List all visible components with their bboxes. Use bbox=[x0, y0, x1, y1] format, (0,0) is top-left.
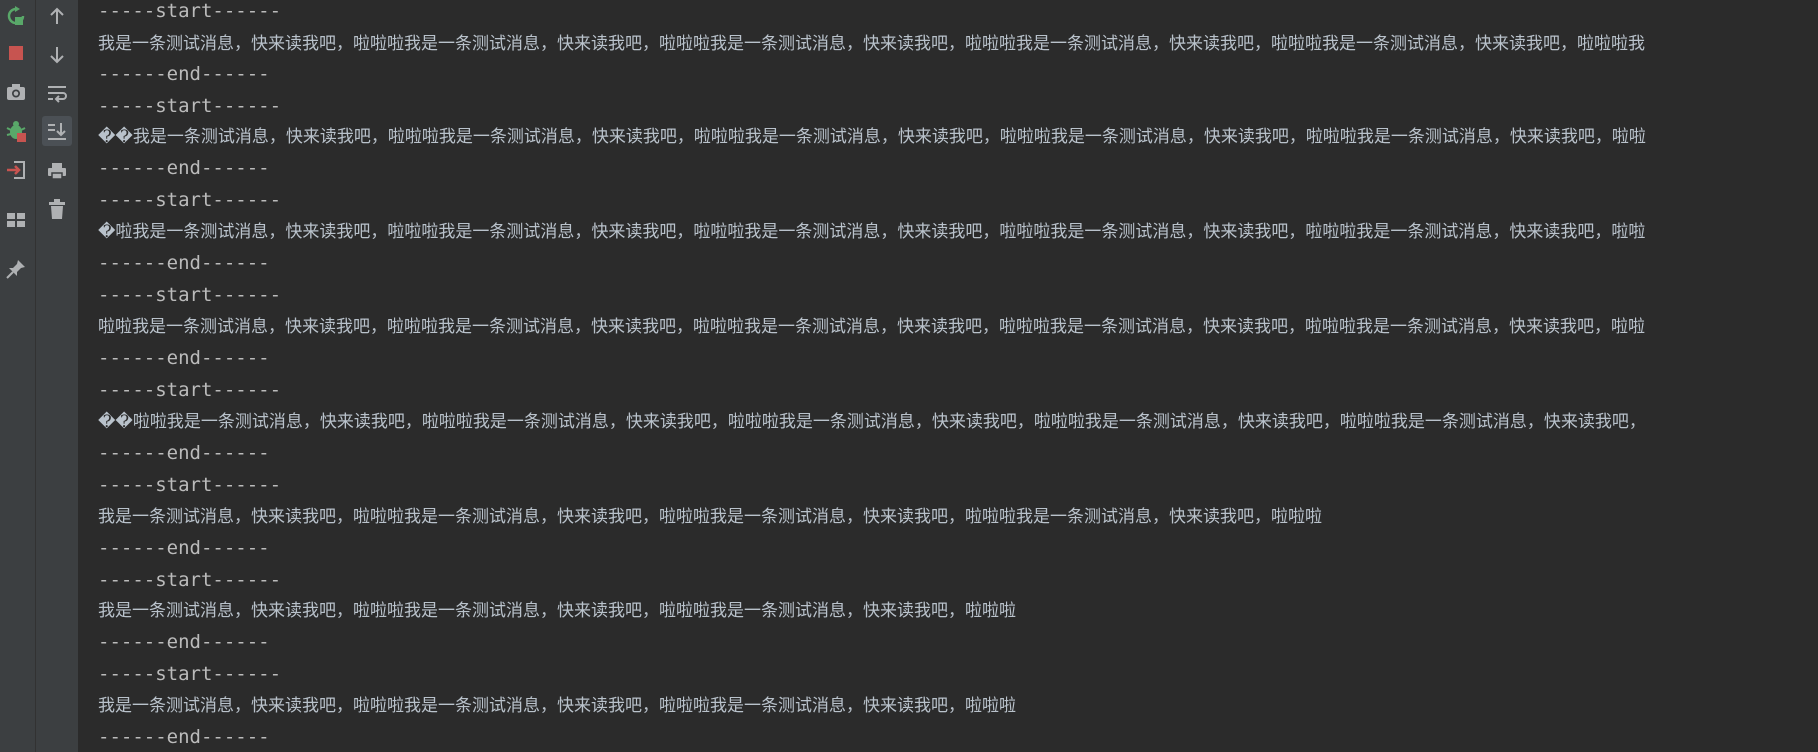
console-line-start: -----start------ bbox=[98, 0, 282, 22]
console-line-start: -----start------ bbox=[98, 95, 282, 117]
console-line-message: 我是一条测试消息，快来读我吧，啦啦啦我是一条测试消息，快来读我吧，啦啦啦我是一条… bbox=[98, 601, 1016, 621]
console-line-message: 啦啦我是一条测试消息，快来读我吧，啦啦啦我是一条测试消息，快来读我吧，啦啦啦我是… bbox=[98, 317, 1645, 337]
console-line-end: ------end------ bbox=[98, 252, 270, 274]
console-line-end: ------end------ bbox=[98, 157, 270, 179]
console-line-message: ��我是一条测试消息，快来读我吧，啦啦啦我是一条测试消息，快来读我吧，啦啦啦我是… bbox=[98, 127, 1646, 147]
console-line-message: ��啦啦我是一条测试消息，快来读我吧，啦啦啦我是一条测试消息，快来读我吧，啦啦啦… bbox=[98, 412, 1646, 432]
arrow-up-icon[interactable] bbox=[42, 1, 72, 31]
rerun-icon[interactable] bbox=[1, 1, 31, 31]
exit-icon[interactable] bbox=[1, 155, 31, 185]
scroll-to-end-icon[interactable] bbox=[42, 116, 72, 146]
console-line-start: -----start------ bbox=[98, 189, 282, 211]
console-line-start: -----start------ bbox=[98, 663, 282, 685]
debug-bug-icon[interactable] bbox=[1, 116, 31, 146]
console-output[interactable]: -----start------ 我是一条测试消息，快来读我吧，啦啦啦我是一条测… bbox=[79, 0, 1818, 752]
console-line-end: ------end------ bbox=[98, 537, 270, 559]
trash-icon[interactable] bbox=[42, 194, 72, 224]
console-line-message: 我是一条测试消息，快来读我吧，啦啦啦我是一条测试消息，快来读我吧，啦啦啦我是一条… bbox=[98, 34, 1645, 54]
console-line-message: �啦我是一条测试消息，快来读我吧，啦啦啦我是一条测试消息，快来读我吧，啦啦啦我是… bbox=[98, 222, 1646, 242]
console-toolbar bbox=[36, 0, 79, 752]
camera-icon[interactable] bbox=[1, 77, 31, 107]
console-line-start: -----start------ bbox=[98, 379, 282, 401]
console-line-message: 我是一条测试消息，快来读我吧，啦啦啦我是一条测试消息，快来读我吧，啦啦啦我是一条… bbox=[98, 507, 1322, 527]
arrow-down-icon[interactable] bbox=[42, 40, 72, 70]
console-line-start: -----start------ bbox=[98, 569, 282, 591]
soft-wrap-icon[interactable] bbox=[42, 78, 72, 108]
pin-icon[interactable] bbox=[1, 254, 31, 284]
console-line-end: ------end------ bbox=[98, 347, 270, 369]
console-line-message: 我是一条测试消息，快来读我吧，啦啦啦我是一条测试消息，快来读我吧，啦啦啦我是一条… bbox=[98, 696, 1016, 716]
stop-icon[interactable] bbox=[1, 38, 31, 68]
console-line-end: ------end------ bbox=[98, 63, 270, 85]
console-line-start: -----start------ bbox=[98, 284, 282, 306]
run-toolbar bbox=[0, 0, 36, 752]
print-icon[interactable] bbox=[42, 156, 72, 186]
console-line-end: ------end------ bbox=[98, 726, 270, 748]
console-line-end: ------end------ bbox=[98, 631, 270, 653]
layout-icon[interactable] bbox=[1, 205, 31, 235]
console-line-start: -----start------ bbox=[98, 474, 282, 496]
console-line-end: ------end------ bbox=[98, 442, 270, 464]
